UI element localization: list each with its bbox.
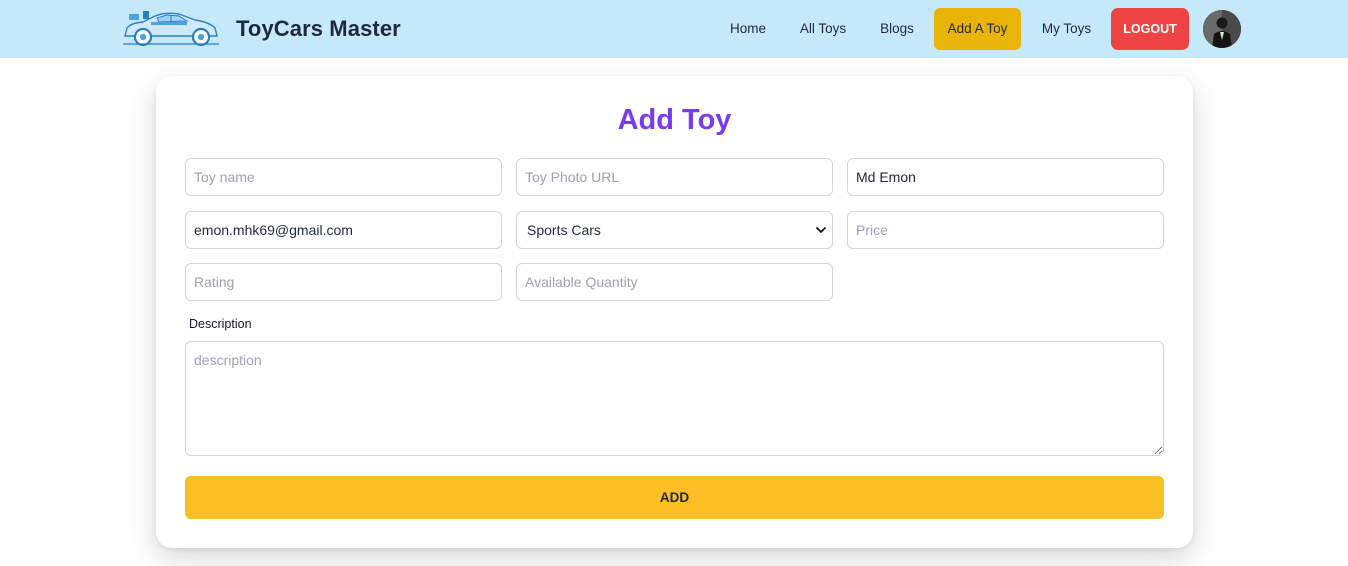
seller-name-input[interactable]: [847, 158, 1164, 196]
chevron-down-icon: [816, 227, 826, 233]
navbar: ToyCars Master Home All Toys Blogs Add A…: [0, 0, 1348, 58]
add-button[interactable]: ADD: [185, 476, 1164, 519]
description-textarea[interactable]: [185, 341, 1164, 456]
nav-add-a-toy[interactable]: Add A Toy: [934, 8, 1021, 50]
description-label: Description: [189, 317, 252, 331]
toy-name-input[interactable]: [185, 158, 502, 196]
price-input[interactable]: [847, 211, 1164, 249]
nav-my-toys[interactable]: My Toys: [1034, 8, 1099, 50]
rating-input[interactable]: [185, 263, 502, 301]
category-selected-value: Sports Cars: [527, 222, 601, 238]
nav-all-toys[interactable]: All Toys: [792, 8, 854, 50]
nav-home[interactable]: Home: [721, 8, 775, 50]
logout-button[interactable]: LOGOUT: [1111, 8, 1189, 50]
toy-car-logo-icon[interactable]: [121, 8, 221, 48]
toy-photo-url-input[interactable]: [516, 158, 833, 196]
seller-email-input[interactable]: [185, 211, 502, 249]
brand-name[interactable]: ToyCars Master: [236, 16, 401, 42]
avatar-icon: [1203, 10, 1241, 48]
available-quantity-input[interactable]: [516, 263, 833, 301]
nav-blogs[interactable]: Blogs: [872, 8, 922, 50]
add-toy-form-card: Add Toy Sports Cars Description ADD: [156, 76, 1193, 548]
category-select[interactable]: Sports Cars: [516, 211, 833, 249]
user-avatar[interactable]: [1203, 10, 1241, 48]
form-title: Add Toy: [617, 104, 732, 136]
